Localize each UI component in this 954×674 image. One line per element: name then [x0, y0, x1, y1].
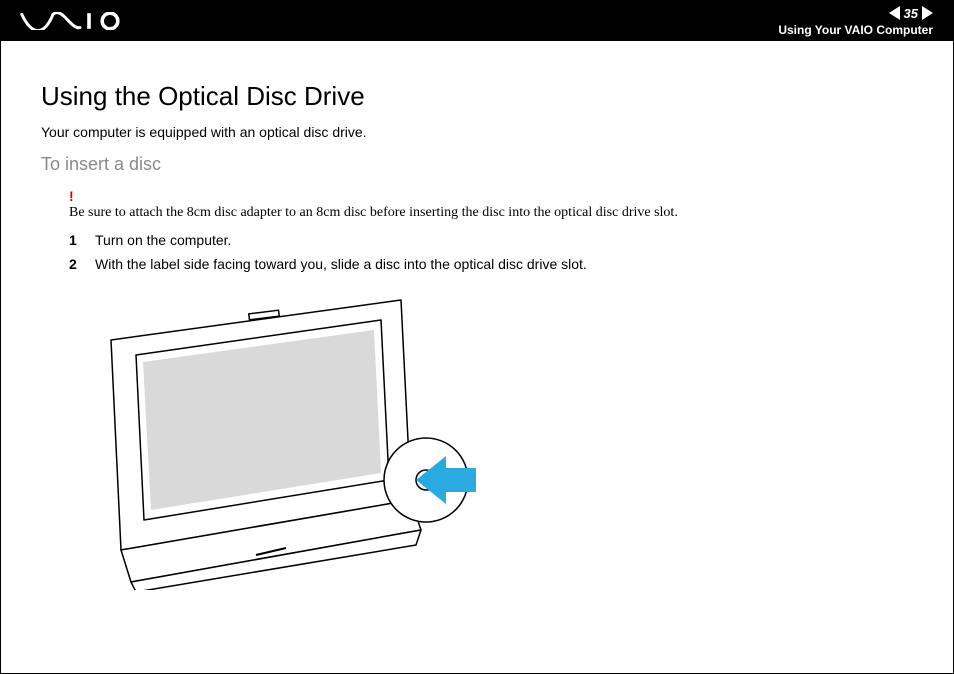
step-text: With the label side facing toward you, s… [95, 256, 587, 272]
steps-list: 1 Turn on the computer. 2 With the label… [41, 232, 913, 272]
header-right: 35 Using Your VAIO Computer [778, 6, 933, 37]
page-title: Using the Optical Disc Drive [41, 81, 913, 112]
page-content: Using the Optical Disc Drive Your comput… [1, 41, 953, 595]
step-number: 1 [69, 232, 81, 248]
prev-page-icon[interactable] [889, 6, 900, 20]
intro-text: Your computer is equipped with an optica… [41, 124, 913, 140]
page-number: 35 [904, 6, 918, 21]
subsection-title: To insert a disc [41, 154, 913, 175]
list-item: 1 Turn on the computer. [69, 232, 913, 248]
pager: 35 [889, 6, 933, 21]
list-item: 2 With the label side facing toward you,… [69, 256, 913, 272]
disc-insert-illustration [81, 290, 913, 595]
warning-block: ! Be sure to attach the 8cm disc adapter… [41, 189, 913, 222]
next-page-icon[interactable] [922, 6, 933, 20]
warning-text: Be sure to attach the 8cm disc adapter t… [69, 205, 678, 220]
document-page: 35 Using Your VAIO Computer Using the Op… [0, 0, 954, 674]
step-number: 2 [69, 256, 81, 272]
page-header: 35 Using Your VAIO Computer [1, 1, 953, 41]
warning-icon: ! [69, 189, 913, 203]
vaio-logo [19, 12, 129, 30]
step-text: Turn on the computer. [95, 232, 231, 248]
section-name: Using Your VAIO Computer [778, 23, 933, 37]
